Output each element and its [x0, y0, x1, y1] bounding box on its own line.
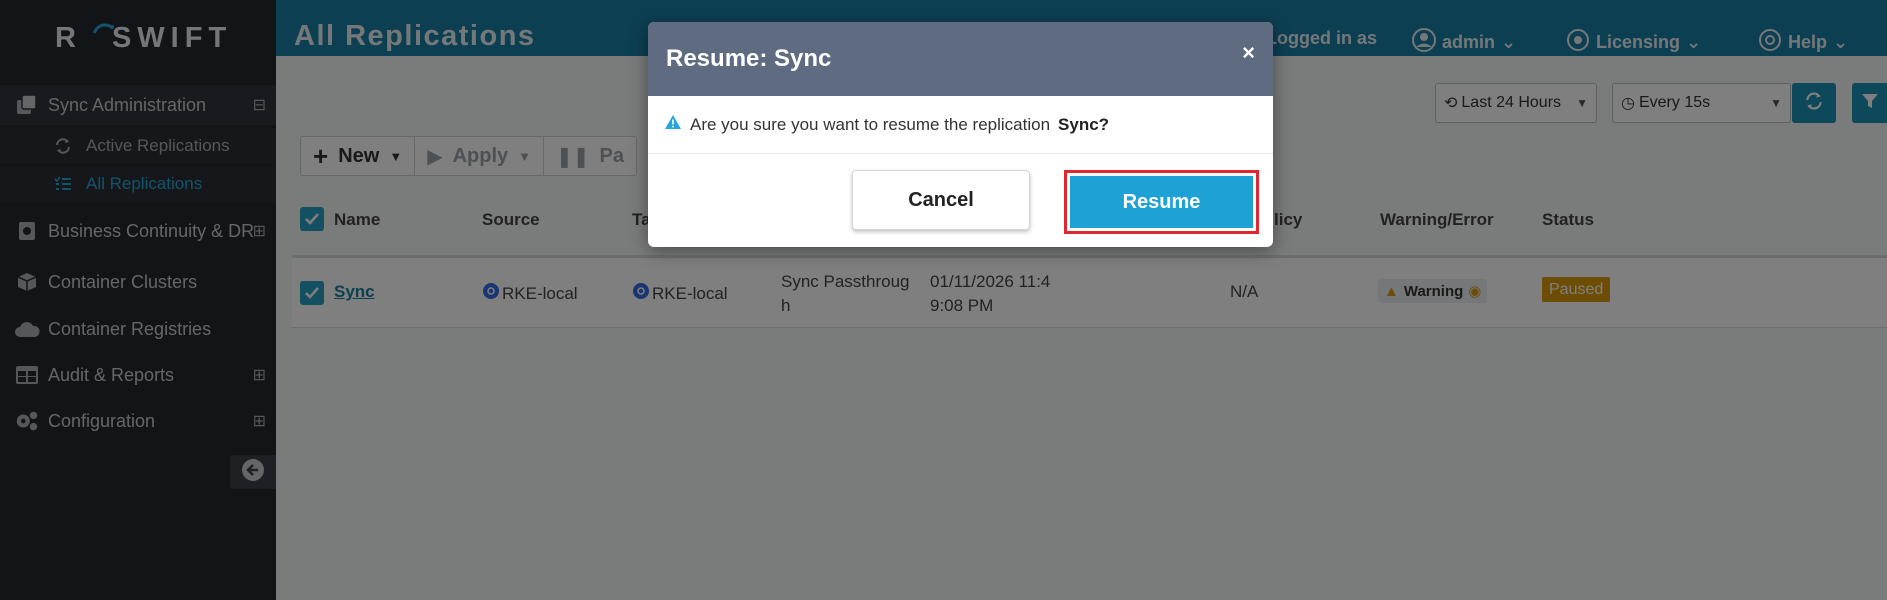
dialog-header: Resume: Sync × [648, 22, 1273, 96]
dialog-target: Sync? [1058, 114, 1110, 134]
dialog-footer: Cancel Resume [648, 154, 1273, 247]
highlight-frame: Resume [1064, 170, 1259, 234]
resume-button[interactable]: Resume [1070, 176, 1253, 228]
dialog-title: Resume: Sync [666, 45, 832, 72]
resume-dialog: Resume: Sync × Are you sure you want to … [648, 22, 1273, 247]
dialog-body: Are you sure you want to resume the repl… [648, 96, 1273, 154]
cancel-button[interactable]: Cancel [852, 170, 1030, 230]
dialog-message: Are you sure you want to resume the repl… [690, 114, 1051, 134]
close-icon[interactable]: × [1242, 40, 1255, 66]
warning-icon [664, 114, 682, 135]
